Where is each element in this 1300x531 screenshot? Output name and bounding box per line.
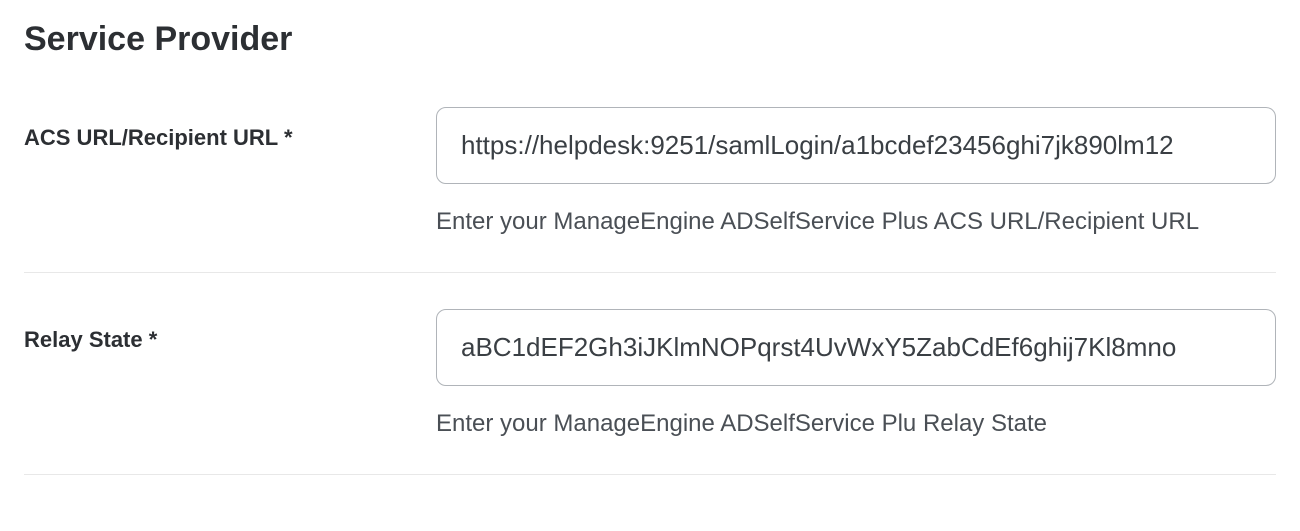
relay-state-input-col: Enter your ManageEngine ADSelfService Pl… [436, 309, 1276, 438]
acs-url-row: ACS URL/Recipient URL * Enter your Manag… [24, 107, 1276, 273]
relay-state-input[interactable] [436, 309, 1276, 386]
acs-url-input[interactable] [436, 107, 1276, 184]
relay-state-label-col: Relay State * [24, 309, 436, 353]
relay-state-label: Relay State * [24, 327, 157, 352]
acs-url-help-text: Enter your ManageEngine ADSelfService Pl… [436, 208, 1276, 236]
section-title: Service Provider [24, 20, 1276, 59]
acs-url-label-col: ACS URL/Recipient URL * [24, 107, 436, 151]
relay-state-help-text: Enter your ManageEngine ADSelfService Pl… [436, 410, 1276, 438]
relay-state-row: Relay State * Enter your ManageEngine AD… [24, 309, 1276, 475]
acs-url-label: ACS URL/Recipient URL * [24, 125, 293, 150]
acs-url-input-col: Enter your ManageEngine ADSelfService Pl… [436, 107, 1276, 236]
